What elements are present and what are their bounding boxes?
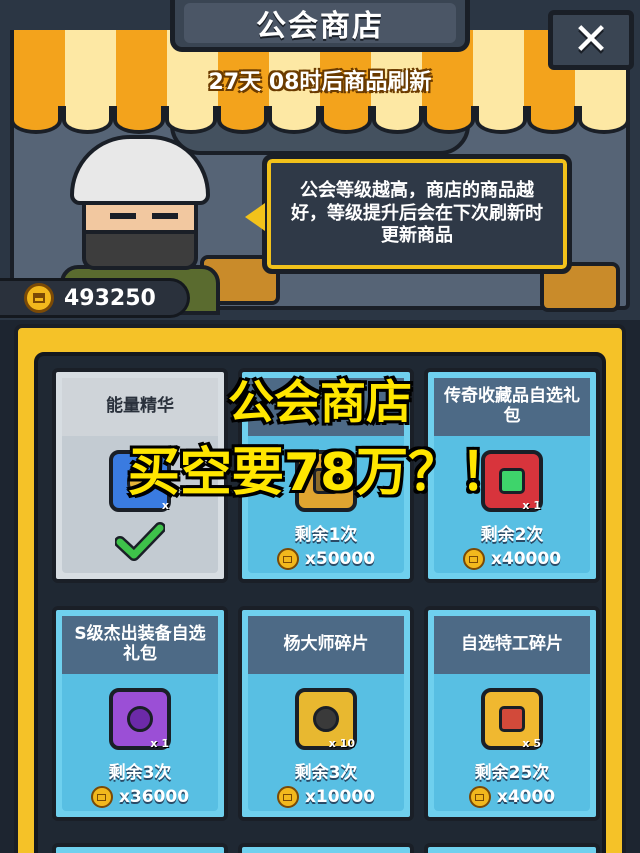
currency-display: 493250 (0, 278, 190, 318)
caption-line-2: 买空要78万？！ (126, 442, 513, 505)
master-yang-shard-icon: x 10 (295, 688, 357, 750)
price-value: x10000 (304, 787, 376, 807)
item-name: S级杰出装备自选礼包 (62, 616, 218, 674)
agent-shard-icon: x 5 (481, 688, 543, 750)
price: x40000 (428, 548, 596, 570)
guild-coin-icon (90, 786, 113, 808)
close-icon: ✕ (572, 14, 610, 65)
price-value: x36000 (118, 787, 190, 807)
speech-bubble: 公会等级越高，商店的商品越好，等级提升后会在下次刷新时更新商品 (245, 154, 572, 274)
item-name: 自选特工碎片 (434, 616, 590, 674)
shop-item-card[interactable] (52, 843, 228, 853)
price: x10000 (242, 786, 410, 808)
price-value: x50000 (304, 549, 376, 569)
shop-item-card[interactable] (424, 843, 600, 853)
speech-text: 公会等级越高，商店的商品越好，等级提升后会在下次刷新时更新商品 (291, 180, 543, 247)
shop-item-card[interactable]: 杨大师碎片 x 10 剩余3次 x10000 (238, 606, 414, 821)
caption-line-1: 公会商店 (227, 374, 414, 431)
shop-item-card[interactable] (238, 843, 414, 853)
price: x4000 (428, 786, 596, 808)
guild-coin-icon (24, 283, 54, 313)
shop-item-card[interactable]: 自选特工碎片 x 5 剩余25次 x4000 (424, 606, 600, 821)
shop-item-card[interactable]: S级杰出装备自选礼包 x 1 剩余3次 x36000 (52, 606, 228, 821)
remaining-count: 剩余25次 (474, 763, 550, 783)
close-button[interactable]: ✕ (548, 10, 634, 70)
price-value: x40000 (490, 549, 562, 569)
remaining-count: 剩余3次 (108, 763, 172, 783)
price: x36000 (56, 786, 224, 808)
remaining-count: 剩余3次 (294, 763, 358, 783)
title-plate: 公会商店 (170, 0, 470, 52)
s-gear-pack-icon: x 1 (109, 688, 171, 750)
currency-amount: 493250 (64, 285, 156, 311)
price: x50000 (242, 548, 410, 570)
refresh-timer: 27天 08时后商品刷新 (208, 70, 432, 95)
page-title: 公会商店 (256, 9, 384, 44)
guild-coin-icon (276, 548, 299, 570)
awning-scallop (10, 106, 631, 134)
guild-coin-icon (468, 786, 491, 808)
item-name: 杨大师碎片 (248, 616, 404, 674)
remaining-count: 剩余1次 (294, 525, 358, 545)
price-value: x4000 (496, 787, 556, 807)
remaining-count: 剩余2次 (480, 525, 544, 545)
check-icon (115, 522, 165, 561)
guild-coin-icon (276, 786, 299, 808)
guild-coin-icon (462, 548, 485, 570)
